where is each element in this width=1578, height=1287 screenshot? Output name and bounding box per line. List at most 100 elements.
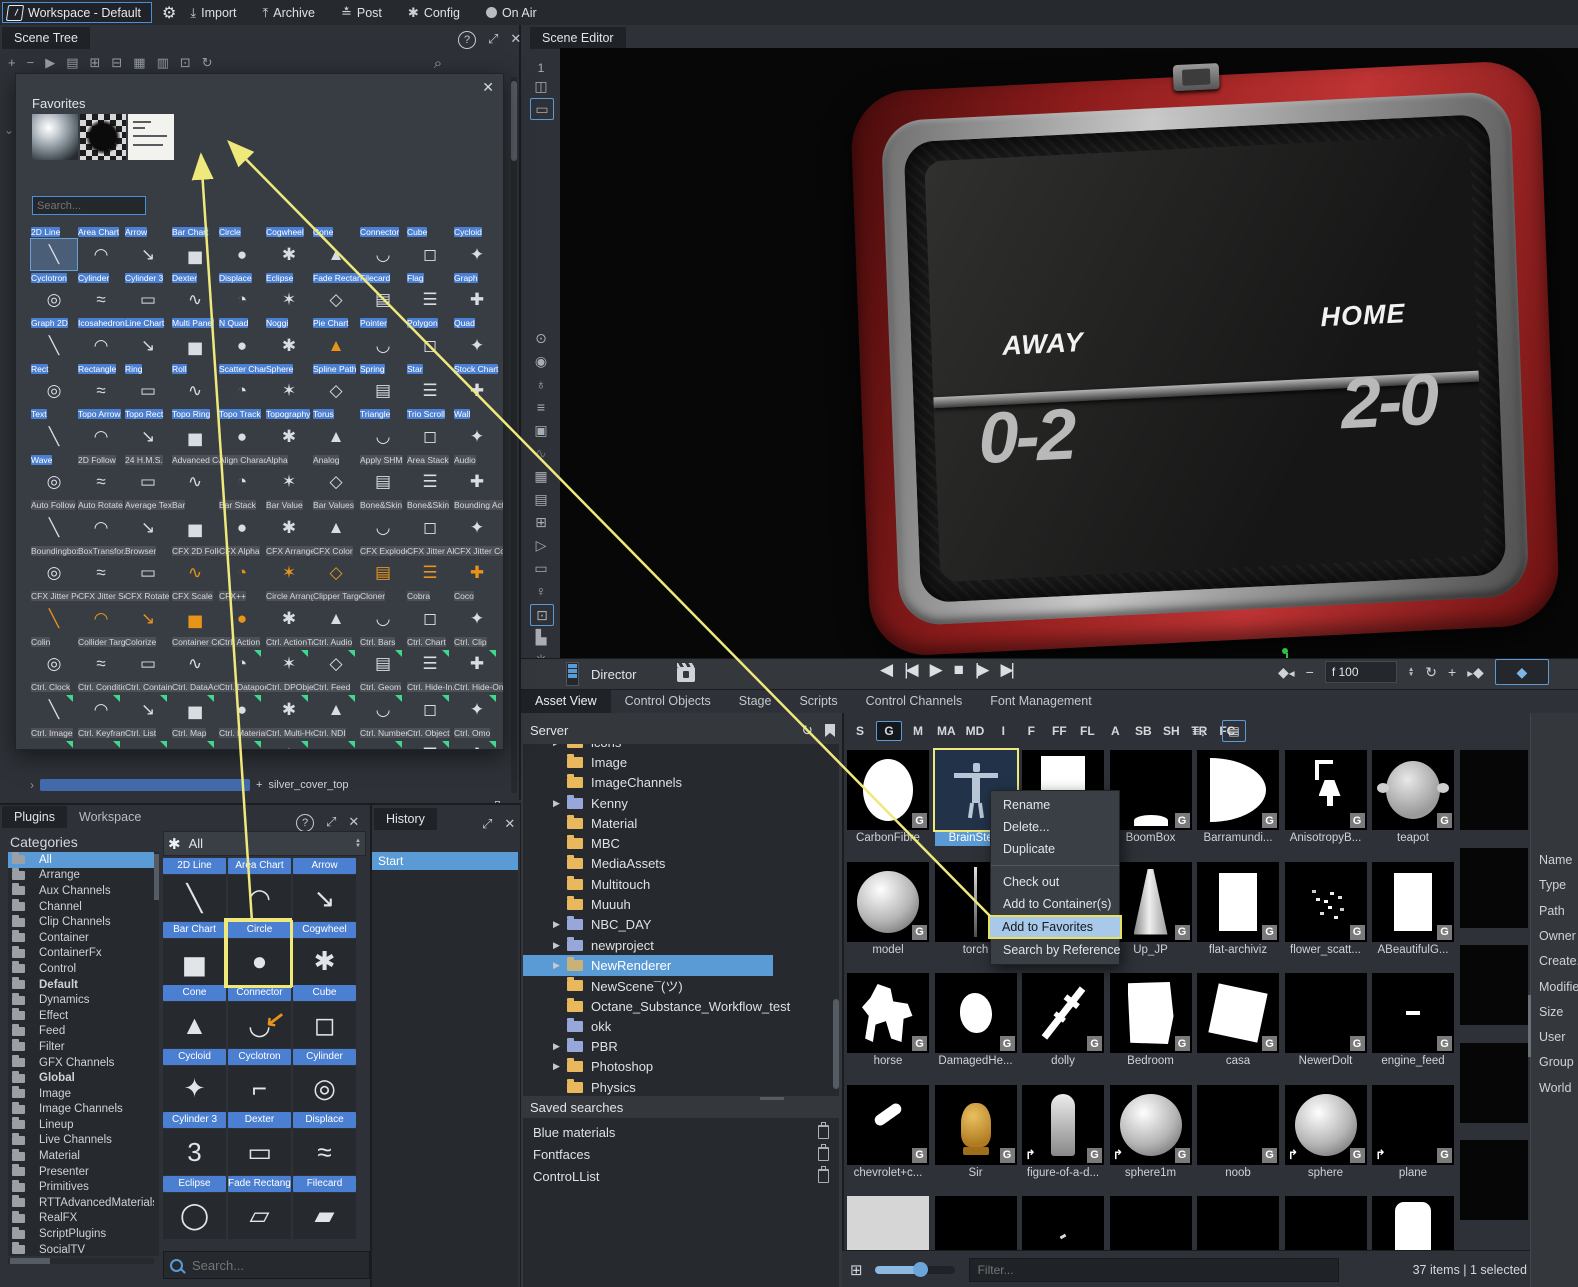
plugin-cell[interactable]: N Quad● — [219, 314, 265, 360]
plugin-cell[interactable]: Cylinder≈ — [78, 269, 124, 315]
plugin-cell[interactable]: Cone▲ — [313, 223, 359, 269]
plugin-cell[interactable]: Area Chart◠ — [78, 223, 124, 269]
asset-thumbnail[interactable]: G — [1197, 862, 1279, 942]
spinner-icon[interactable]: ▲▼ — [355, 839, 361, 849]
trash-icon[interactable] — [818, 1125, 829, 1139]
category-image[interactable]: Image — [8, 1086, 154, 1102]
expand-icon[interactable]: ⤢ — [326, 814, 336, 832]
letter-filter-g[interactable]: G — [876, 721, 902, 741]
asset-item-barramundi-[interactable]: GBarramundi... — [1197, 750, 1279, 846]
columns-scrollbar[interactable] — [1528, 995, 1531, 1057]
tab-control-objects[interactable]: Control Objects — [611, 690, 725, 713]
letter-filter-s[interactable]: S — [848, 722, 872, 740]
image-icon[interactable]: ▣ — [530, 420, 552, 440]
plugin-item-2d-line[interactable]: 2D Line╲ — [163, 858, 226, 922]
category-dynamics[interactable]: Dynamics — [8, 992, 154, 1008]
column-header-user[interactable]: User — [1539, 1030, 1565, 1044]
letter-filter-sh[interactable]: SH — [1159, 722, 1183, 740]
plugin-cell[interactable]: Rect◎ — [31, 360, 77, 406]
key-next-icon[interactable]: ▸◆ — [1467, 664, 1484, 681]
asset-item-dolly[interactable]: Gdolly — [1022, 973, 1104, 1069]
post-sliders-icon[interactable]: ≡ — [530, 397, 552, 417]
camera-icon[interactable]: ◉ — [530, 351, 552, 371]
menu-item-post[interactable]: ≛Post — [341, 5, 382, 21]
plugin-cell[interactable]: CFX Explode▤ — [360, 542, 406, 588]
plugin-cell[interactable]: CFX Jitter Color✚ — [454, 542, 500, 588]
trash-icon[interactable] — [818, 1147, 829, 1161]
capture-icon[interactable]: ⊙ — [530, 328, 552, 348]
category-feed[interactable]: Feed — [8, 1024, 154, 1040]
plugin-cell[interactable]: Ctrl. List▭ — [125, 724, 171, 751]
add-icon[interactable]: + — [256, 779, 262, 791]
asset-item-horse[interactable]: Ghorse — [847, 973, 929, 1069]
asset-item-flower-scatt-[interactable]: Gflower_scatt... — [1285, 862, 1367, 958]
plugin-cell[interactable]: Filecard▤ — [360, 269, 406, 315]
tab-scene-tree[interactable]: Scene Tree — [2, 27, 90, 49]
plugin-cell[interactable]: Quad✦ — [454, 314, 500, 360]
tree-collapse-icon[interactable]: ⊟ — [111, 55, 122, 75]
asset-item-carbonfibre[interactable]: GCarbonFibre — [847, 750, 929, 846]
letter-filter-f[interactable]: F — [1019, 722, 1043, 740]
plugin-cell[interactable]: 2D Follow≈ — [78, 451, 124, 497]
column-header-modifie[interactable]: Modifie... — [1539, 980, 1578, 994]
plugin-cell[interactable]: Average Text...↘ — [125, 496, 171, 542]
plugin-cell[interactable]: Analog◇ — [313, 451, 359, 497]
plugin-cell[interactable]: Topo Rect↘ — [125, 405, 171, 451]
add-view-icon[interactable]: ⊞ — [530, 512, 552, 532]
refresh-icon[interactable]: ↻ — [202, 55, 213, 75]
plugin-cell[interactable]: Topo Track● — [219, 405, 265, 451]
favorite-material-chrome[interactable] — [32, 114, 78, 160]
tab-history[interactable]: History — [374, 808, 437, 830]
category-primitives[interactable]: Primitives — [8, 1179, 154, 1195]
asset-thumbnail[interactable]: G — [1110, 750, 1192, 830]
server-tree-scrollbar[interactable] — [833, 744, 839, 1096]
plugin-cell[interactable]: Rectangle≈ — [78, 360, 124, 406]
bulb-text-icon[interactable]: ♀ — [530, 581, 552, 601]
asset-thumbnail[interactable]: G — [1110, 973, 1192, 1053]
asset-thumbnail[interactable]: G — [847, 750, 929, 830]
plugin-filter-dropdown[interactable]: ✱ All ▲▼ — [163, 831, 366, 856]
plugin-item-fade-rectangle[interactable]: Fade Rectangle▱ — [228, 1176, 291, 1240]
plugin-item-dexter[interactable]: Dexter▭ — [228, 1112, 291, 1176]
select-tool-icon[interactable]: ▭ — [530, 98, 554, 120]
asset-thumbnail[interactable]: G — [1372, 973, 1454, 1053]
director-slider-icon[interactable] — [566, 662, 579, 686]
tree-item-muuuh[interactable]: Muuuh — [523, 894, 833, 914]
plugin-cell[interactable]: Bar Values▲ — [313, 496, 359, 542]
plugin-item-cycloid[interactable]: Cycloid✦ — [163, 1049, 226, 1113]
grid-view-icon[interactable]: ⊞ — [850, 1261, 863, 1279]
help-icon[interactable]: ? — [296, 814, 314, 832]
tree-item-pbr[interactable]: ▶PBR — [523, 1036, 833, 1056]
plugin-cell[interactable]: Ctrl. Material◔ — [219, 724, 265, 751]
plugin-cell[interactable]: Triangle◡ — [360, 405, 406, 451]
asset-thumbnail[interactable]: G↱ — [1022, 1085, 1104, 1165]
asset-thumbnail[interactable]: G — [847, 973, 929, 1053]
plugin-cell[interactable]: Noggi✱ — [266, 314, 312, 360]
link-icon[interactable]: ⊡ — [180, 55, 191, 75]
plugin-cell[interactable]: CFX Color◇ — [313, 542, 359, 588]
plugin-cell[interactable]: Bone&Skin◡ — [360, 496, 406, 542]
plugin-cell[interactable]: CFX 2D Follow∿ — [172, 542, 218, 588]
category-live-channels[interactable]: Live Channels — [8, 1133, 154, 1149]
close-icon[interactable]: ✕ — [510, 31, 521, 49]
layout-icon[interactable]: ▤ — [530, 489, 552, 509]
asset-item-bedroom[interactable]: GBedroom — [1110, 973, 1192, 1069]
plugin-cell[interactable]: Ctrl. DPObject✱ — [266, 678, 312, 724]
plugin-cell[interactable]: CFX Alpha◔ — [219, 542, 265, 588]
expand-arrow-icon[interactable]: ▶ — [553, 744, 567, 748]
plugin-cell[interactable]: Arrow↘ — [125, 223, 171, 269]
plugin-cell[interactable]: Topo Arrow◠ — [78, 405, 124, 451]
plugin-item-eclipse[interactable]: Eclipse◯ — [163, 1176, 226, 1240]
asset-thumbnail[interactable]: G — [1197, 750, 1279, 830]
plugin-cell[interactable]: Ctrl. Hide-On...✦ — [454, 678, 500, 724]
profile-icon[interactable]: ▙ — [530, 627, 552, 647]
stop-button[interactable]: ■ — [954, 660, 961, 680]
plugin-cell[interactable]: Ctrl. Bars▤ — [360, 633, 406, 679]
hs-icon[interactable]: ▦ — [530, 466, 552, 486]
saved-search-fontfaces[interactable]: Fontfaces — [523, 1143, 839, 1165]
plugin-cell[interactable]: Ctrl. ActionTa...✶ — [266, 633, 312, 679]
category-effect[interactable]: Effect — [8, 1008, 154, 1024]
plugin-cell[interactable]: Ctrl. Clip✚ — [454, 633, 500, 679]
plugin-cell[interactable]: Icosahedron◠ — [78, 314, 124, 360]
plugin-cell[interactable]: Scatter Chart◔ — [219, 360, 265, 406]
